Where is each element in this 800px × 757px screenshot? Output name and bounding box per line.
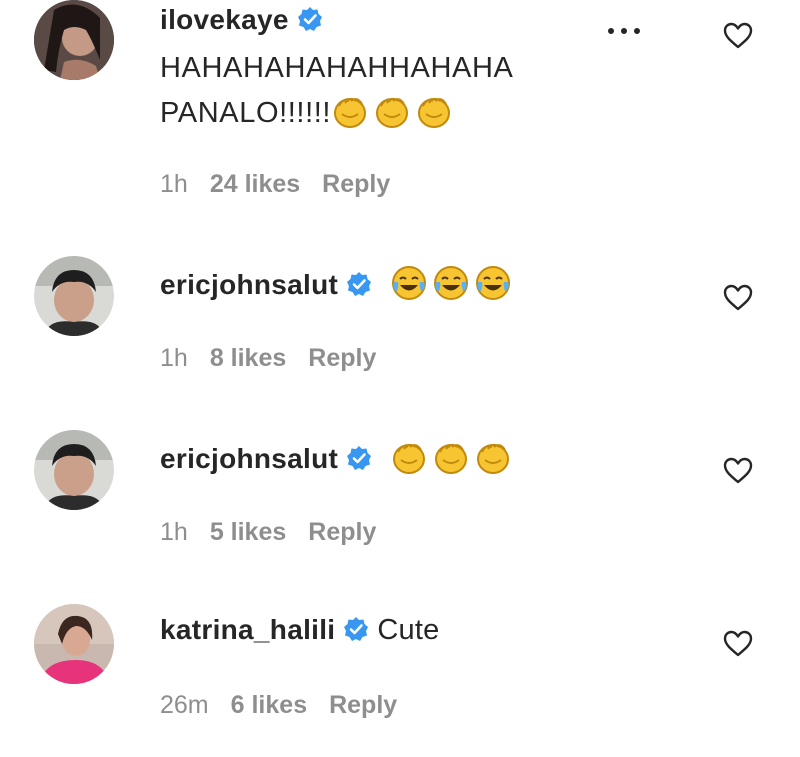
comment-username[interactable]: katrina_halili	[160, 614, 335, 645]
comment-text-line: HAHAHAHAHAHHAHAHA	[160, 52, 514, 84]
avatar[interactable]	[34, 604, 114, 684]
face-with-tears-of-joy-emoji	[474, 264, 512, 302]
face-with-tears-of-joy-emoji	[390, 264, 428, 302]
comment-likes[interactable]: 8 likes	[210, 343, 286, 373]
clapping-hands-emoji	[331, 92, 369, 130]
reply-button[interactable]: Reply	[308, 517, 376, 547]
comment-header: katrina_halili Cute	[160, 612, 439, 648]
verified-badge-icon	[343, 616, 369, 642]
comment-header: ericjohnsalut	[160, 264, 512, 303]
clapping-hands-emoji	[474, 438, 512, 476]
comment-time: 1h	[160, 170, 188, 198]
clapping-hands-emoji	[415, 92, 453, 130]
verified-badge-icon	[297, 6, 323, 32]
comment-username[interactable]: ericjohnsalut	[160, 269, 338, 300]
avatar[interactable]	[34, 430, 114, 510]
comment-username[interactable]: ilovekaye	[160, 4, 289, 35]
comment-meta: 1h 8 likes Reply	[160, 343, 398, 373]
comment-likes[interactable]: 5 likes	[210, 517, 286, 547]
comment-time: 26m	[160, 691, 209, 719]
more-options-icon[interactable]	[606, 24, 642, 38]
comment-meta: 1h 5 likes Reply	[160, 517, 398, 547]
verified-badge-icon	[346, 271, 372, 297]
reply-button[interactable]: Reply	[329, 690, 397, 720]
comment-text-line-2: PANALO!!!!!!	[160, 92, 453, 131]
comment-text: Cute	[377, 614, 440, 646]
avatar[interactable]	[34, 0, 114, 80]
reply-button[interactable]: Reply	[322, 169, 390, 199]
comment-likes[interactable]: 6 likes	[231, 690, 307, 720]
clapping-hands-emoji	[373, 92, 411, 130]
avatar[interactable]	[34, 256, 114, 336]
comment-header: ericjohnsalut	[160, 438, 512, 477]
clapping-hands-emoji	[390, 438, 428, 476]
comment-meta: 1h 24 likes Reply	[160, 169, 412, 199]
reply-button[interactable]: Reply	[308, 343, 376, 373]
verified-badge-icon	[346, 445, 372, 471]
comment-header: ilovekaye	[160, 2, 323, 38]
comment-time: 1h	[160, 344, 188, 372]
comment-time: 1h	[160, 518, 188, 546]
like-heart-icon[interactable]	[722, 628, 754, 660]
like-heart-icon[interactable]	[722, 20, 754, 52]
like-heart-icon[interactable]	[722, 455, 754, 487]
comment-text: PANALO!!!!!!	[160, 97, 332, 129]
clapping-hands-emoji	[432, 438, 470, 476]
face-with-tears-of-joy-emoji	[432, 264, 470, 302]
like-heart-icon[interactable]	[722, 282, 754, 314]
comment-meta: 26m 6 likes Reply	[160, 690, 419, 720]
comment-username[interactable]: ericjohnsalut	[160, 443, 338, 474]
comment-likes[interactable]: 24 likes	[210, 169, 300, 199]
